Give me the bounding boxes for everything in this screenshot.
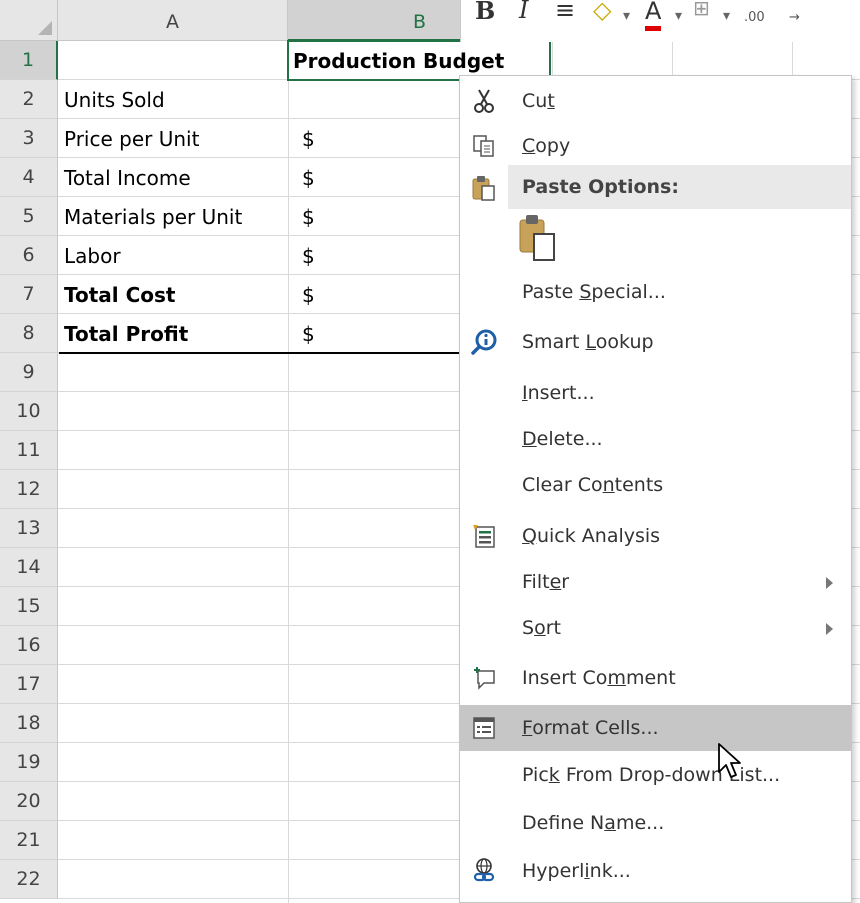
- menu-label-smart-lookup: Smart Lookup: [522, 331, 654, 353]
- row-header-19[interactable]: 19: [0, 743, 58, 782]
- select-all-corner[interactable]: [0, 0, 58, 41]
- cell-b4[interactable]: $: [302, 158, 315, 196]
- row-header-22[interactable]: 22: [0, 860, 58, 899]
- menu-item-cut[interactable]: Cut: [460, 78, 851, 124]
- hyperlink-icon: [473, 858, 495, 882]
- row-header-9[interactable]: 9: [0, 353, 58, 392]
- decrease-decimal-icon[interactable]: .00: [744, 10, 765, 25]
- increase-decimal-icon[interactable]: →: [789, 10, 800, 25]
- cell-a3[interactable]: Price per Unit: [64, 119, 199, 157]
- row-header-2[interactable]: 2: [0, 80, 58, 119]
- context-menu: Cut Copy Paste Options: Paste Special...: [459, 75, 852, 903]
- select-all-triangle-icon: [38, 21, 52, 35]
- menu-item-insert-comment[interactable]: Insert Comment: [460, 655, 851, 701]
- format-cells-icon: [473, 717, 495, 739]
- cell-b7[interactable]: $: [302, 275, 315, 313]
- row-header-14[interactable]: 14: [0, 548, 58, 587]
- font-color-button[interactable]: A: [645, 0, 662, 31]
- row-header-20[interactable]: 20: [0, 782, 58, 821]
- row-header-13[interactable]: 13: [0, 509, 58, 548]
- bold-button[interactable]: B: [475, 0, 495, 25]
- menu-label-copy: Copy: [522, 135, 571, 157]
- row-header-6[interactable]: 6: [0, 236, 58, 275]
- mini-toolbar: B I ≡ ◇ ▾ A ▾ ⊞ ▾ .00 →: [460, 0, 860, 42]
- paste-icon[interactable]: [518, 214, 558, 262]
- row-header-18[interactable]: 18: [0, 704, 58, 743]
- row-header-5[interactable]: 5: [0, 197, 58, 236]
- menu-item-clear-contents[interactable]: Clear Contents: [460, 462, 851, 508]
- copy-icon: [473, 135, 494, 157]
- menu-label-format-cells: Format Cells...: [522, 717, 659, 739]
- menu-label-filter: Filter: [522, 571, 570, 593]
- menu-label-quick-analysis: Quick Analysis: [522, 525, 661, 547]
- menu-label-cut: Cut: [522, 90, 555, 112]
- cell-a5[interactable]: Materials per Unit: [64, 197, 242, 235]
- cell-b8[interactable]: $: [302, 314, 315, 352]
- menu-item-quick-analysis[interactable]: Quick Analysis: [460, 513, 851, 559]
- paste-options-header: Paste Options:: [508, 165, 851, 209]
- menu-item-insert[interactable]: Insert...: [460, 370, 851, 416]
- fill-color-icon[interactable]: ◇: [593, 0, 611, 24]
- menu-label-define-name: Define Name...: [522, 812, 665, 834]
- menu-label-clear-contents: Clear Contents: [522, 474, 664, 496]
- submenu-arrow-icon: [826, 623, 833, 635]
- menu-label-insert: Insert...: [522, 382, 595, 404]
- row-header-17[interactable]: 17: [0, 665, 58, 704]
- menu-label-paste-special: Paste Special...: [522, 281, 666, 303]
- row-header-1[interactable]: 1: [0, 41, 58, 80]
- cell-a8[interactable]: Total Profit: [64, 314, 188, 352]
- menu-item-filter[interactable]: Filter: [460, 559, 851, 605]
- row-header-12[interactable]: 12: [0, 470, 58, 509]
- row-header-7[interactable]: 7: [0, 275, 58, 314]
- menu-item-format-cells[interactable]: Format Cells...: [460, 705, 851, 751]
- column-header-a[interactable]: A: [58, 0, 288, 41]
- fill-color-dropdown-icon[interactable]: ▾: [623, 8, 630, 24]
- menu-item-paste-special[interactable]: Paste Special...: [460, 269, 851, 315]
- cell-a2[interactable]: Units Sold: [64, 80, 165, 118]
- submenu-arrow-icon: [826, 577, 833, 589]
- cell-a7[interactable]: Total Cost: [64, 275, 175, 313]
- row-header-8[interactable]: 8: [0, 314, 58, 353]
- menu-item-copy[interactable]: Copy: [460, 123, 851, 169]
- menu-label-insert-comment: Insert Comment: [522, 667, 676, 689]
- row-header-10[interactable]: 10: [0, 392, 58, 431]
- comment-icon: [474, 667, 495, 690]
- menu-label-sort: Sort: [522, 617, 561, 639]
- row-header-15[interactable]: 15: [0, 587, 58, 626]
- cell-a6[interactable]: Labor: [64, 236, 121, 274]
- menu-label-delete: Delete...: [522, 428, 603, 450]
- menu-item-define-name[interactable]: Define Name...: [460, 800, 851, 846]
- mouse-cursor-icon: [718, 743, 741, 778]
- row-header-16[interactable]: 16: [0, 626, 58, 665]
- menu-item-pick-from-list[interactable]: Pick From Drop-down List...: [460, 752, 851, 798]
- row-header-21[interactable]: 21: [0, 821, 58, 860]
- clipboard-icon: [472, 176, 495, 201]
- scissors-icon: [474, 89, 494, 113]
- menu-item-delete[interactable]: Delete...: [460, 416, 851, 462]
- cell-b6[interactable]: $: [302, 236, 315, 274]
- quick-analysis-icon: [473, 525, 495, 548]
- menu-item-hyperlink[interactable]: Hyperlink...: [460, 848, 851, 894]
- cell-b3[interactable]: $: [302, 119, 315, 157]
- cell-b5[interactable]: $: [302, 197, 315, 235]
- align-center-button[interactable]: ≡: [555, 0, 575, 24]
- borders-icon[interactable]: ⊞: [693, 0, 710, 20]
- column-gridline: [288, 41, 289, 903]
- menu-label-hyperlink: Hyperlink...: [522, 860, 631, 882]
- total-profit-bottom-border: [59, 352, 459, 354]
- cell-a4[interactable]: Total Income: [64, 158, 191, 196]
- row-header-4[interactable]: 4: [0, 158, 58, 197]
- menu-item-sort[interactable]: Sort: [460, 605, 851, 651]
- italic-button[interactable]: I: [519, 0, 528, 24]
- row-header-3[interactable]: 3: [0, 119, 58, 158]
- menu-item-smart-lookup[interactable]: Smart Lookup: [460, 319, 851, 365]
- font-color-dropdown-icon[interactable]: ▾: [675, 8, 682, 24]
- row-header-11[interactable]: 11: [0, 431, 58, 470]
- borders-dropdown-icon[interactable]: ▾: [723, 8, 730, 24]
- smart-lookup-icon: [471, 329, 497, 355]
